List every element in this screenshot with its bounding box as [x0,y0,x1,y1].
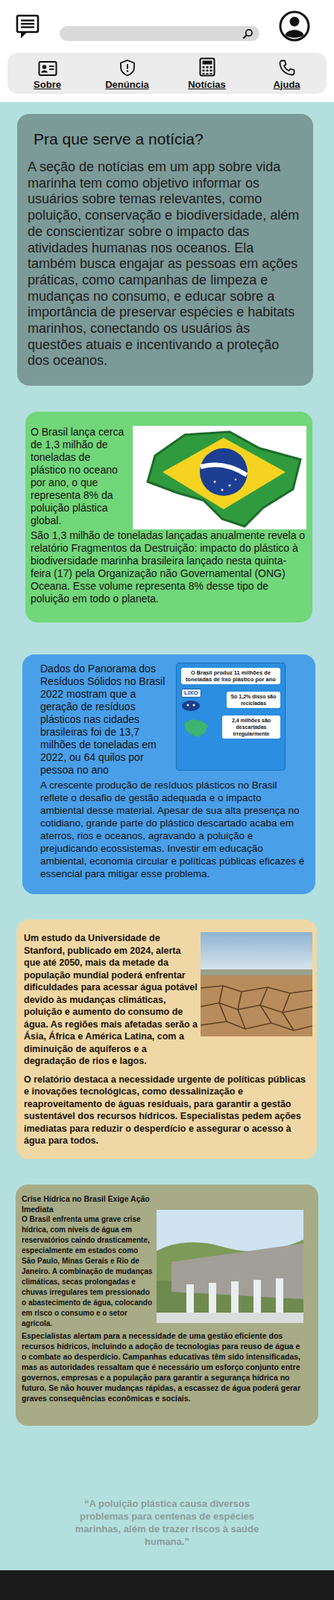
news-top: O Brasil lança cerca de 1,3 milhão de to… [30,426,307,531]
search-icon[interactable] [242,28,254,40]
nav-label: Denúncia [105,79,150,91]
nav-item[interactable]: Ajuda [246,57,327,91]
graphic-row: LIXO Só 1,2% disso são recicladas [181,689,281,712]
news-body: O relatório destaca a necessidade urgent… [23,1075,313,1149]
help-icon [278,57,296,77]
nav-label: Sobre [33,79,62,91]
news-lead: Dados do Panorama dos Resíduos Sólidos n… [40,663,173,778]
news-lead-column: O Brasil lança cerca de 1,3 milhão de to… [30,426,128,528]
news-lead: O Brasil enfrenta uma grave crise hídric… [21,1215,153,1331]
news-top: Crise Hídrica no Brasil Exige Ação Imedi… [21,1195,305,1331]
news-top: Um estudo da Universidade de Stanford, p… [23,933,313,1070]
app: Sobre Denúncia Notícias Ajuda Pra que serve… [0,0,334,1600]
graphic-title: O Brasil produz 11 milhões de toneladas … [181,668,281,686]
graphic-row: 2,4 milhões são descartadas irregularmen… [181,716,281,740]
news-lead-column: Dados do Panorama dos Resíduos Sólidos n… [40,663,173,778]
nav-label: Notícias [187,79,226,91]
news-icon [199,57,216,77]
news-title: Crise Hídrica no Brasil Exige Ação Imedi… [21,1195,153,1216]
flag-picture [132,426,307,531]
nav-bar: Sobre Denúncia Notícias Ajuda [7,52,327,94]
about-icon [38,57,58,77]
nav-label: Ajuda [272,79,300,91]
news-body: São 1,3 milhão de toneladas lançadas anu… [30,530,307,607]
content: Pra que serve a notícia? A seção de notíc… [0,102,334,1573]
intro-body: A seção de notícias em um app sobre vida… [27,159,303,370]
news-top: Dados do Panorama dos Resíduos Sólidos n… [40,663,305,778]
intro-title: Pra que serve a notícia? [33,128,303,150]
nav-item[interactable]: Notícias [167,57,247,91]
graphic-irregular: 2,4 milhões são descartadas irregularmen… [222,716,281,740]
quote: “A poluição plástica causa diversos prob… [69,1499,265,1550]
news-card: Crise Hídrica no Brasil Exige Ação Imedi… [15,1186,319,1428]
graphic-bin: LIXO [181,689,202,712]
search-bar[interactable] [59,26,260,42]
news-body: A crescente produção de resíduos plástic… [40,779,305,882]
news-card: Um estudo da Universidade de Stanford, p… [16,920,317,1161]
dam-picture [156,1211,304,1325]
menu-icon[interactable] [14,13,41,39]
news-card: O Brasil lança cerca de 1,3 milhão de to… [25,412,313,624]
news-lead: Um estudo da Universidade de Stanford, p… [23,933,199,1070]
news-card: Dados do Panorama dos Resíduos Sólidos n… [22,655,316,896]
news-lead: O Brasil lança cerca de 1,3 milhão de to… [30,426,128,528]
news-lead-column: Crise Hídrica no Brasil Exige Ação Imedi… [21,1195,153,1331]
news-body: Especialistas alertam para a necessidade… [21,1332,305,1406]
intro-card: Pra que serve a notícia? A seção de notíc… [17,114,314,387]
infographic-picture: O Brasil produz 11 milhões de toneladas … [175,663,286,772]
graphic-recycled: Só 1,2% disso são recicladas [226,692,281,710]
nav-item[interactable]: Denúncia [87,57,167,91]
drought-picture [200,933,313,1038]
news-lead-column: Um estudo da Universidade de Stanford, p… [23,933,199,1070]
map-icon [181,718,211,740]
bottom-bar [0,1572,334,1600]
nav-item[interactable]: Sobre [7,57,88,91]
graphic-badge: LIXO [181,689,202,699]
report-icon [119,57,136,77]
quote-wrap: “A poluição plástica causa diversos prob… [0,1499,334,1550]
top-bar [0,0,334,53]
user-avatar-icon[interactable] [278,10,311,42]
trash-bag-icon [181,700,201,712]
